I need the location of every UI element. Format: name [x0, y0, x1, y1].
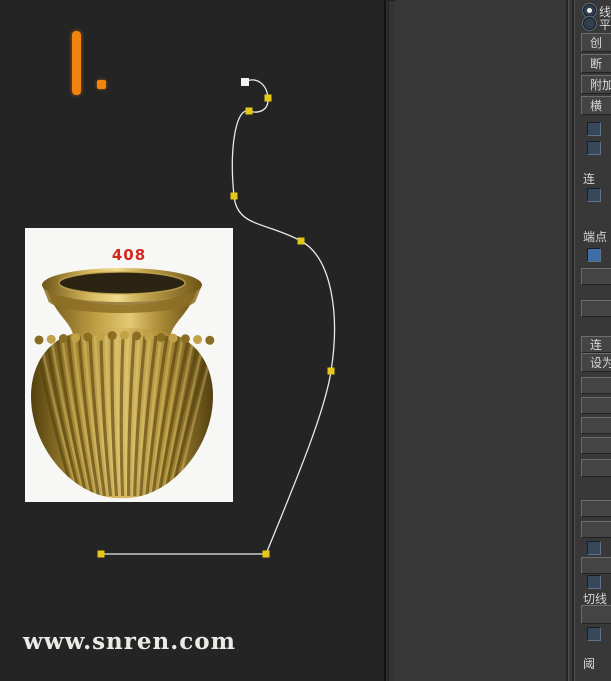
partial-button[interactable] — [581, 417, 611, 434]
spline-vertices — [97, 78, 335, 558]
spline-vertex[interactable] — [262, 550, 270, 558]
watermark-text: www.snren.com — [23, 628, 236, 655]
partial-button[interactable] — [581, 377, 611, 394]
partial-button[interactable]: 设为 — [581, 353, 611, 372]
partial-geometry-panel: 线平创断附加横连端点连设为 切线阈 — [577, 0, 611, 681]
partial-button[interactable] — [581, 437, 611, 454]
spline-vertex[interactable] — [297, 237, 305, 245]
partial-checkbox[interactable] — [587, 248, 601, 262]
partial-checkbox[interactable] — [587, 541, 601, 555]
partial-checkbox[interactable] — [587, 188, 601, 202]
partial-button[interactable] — [581, 500, 611, 517]
spline-vertex[interactable] — [97, 550, 105, 558]
partial-button[interactable]: 创 — [581, 33, 611, 52]
partial-checkbox[interactable] — [587, 575, 601, 589]
partial-label: 连 — [583, 172, 596, 186]
partial-button[interactable]: 附加 — [581, 75, 611, 94]
partial-button[interactable] — [581, 397, 611, 414]
partial-button[interactable] — [581, 557, 611, 574]
viewport[interactable]: 408 www.snren.com — [0, 0, 385, 681]
spline-vertex[interactable] — [230, 192, 238, 200]
command-panel: 修改器列表 + 车削 + Line — [395, 0, 565, 681]
partial-radio-label: 平 — [599, 18, 611, 32]
partial-button[interactable] — [581, 521, 611, 538]
partial-checkbox[interactable] — [587, 122, 601, 136]
partial-button[interactable]: 断 — [581, 54, 611, 73]
partial-button[interactable]: 连 — [581, 336, 611, 353]
partial-radio[interactable] — [583, 17, 596, 30]
spline-vertex[interactable] — [327, 367, 335, 375]
partial-label: 阈 — [583, 657, 596, 671]
partial-checkbox[interactable] — [587, 141, 601, 155]
partial-button[interactable] — [581, 605, 611, 624]
partial-button[interactable] — [581, 300, 611, 317]
partial-radio[interactable] — [583, 4, 596, 17]
partial-button[interactable]: 横 — [581, 96, 611, 115]
partial-label: 端点 — [583, 230, 608, 244]
spline-vertex[interactable] — [264, 94, 272, 102]
application-window: 408 www.snren.com 线 平 创 断 附加 横 连 端点 连 设为… — [0, 0, 611, 681]
spline-path — [101, 79, 336, 555]
panel-column-separator — [565, 0, 577, 681]
partial-checkbox[interactable] — [587, 627, 601, 641]
partial-button[interactable] — [581, 459, 611, 477]
spline-vertex[interactable] — [245, 107, 253, 115]
spline-overlay[interactable] — [0, 0, 384, 681]
partial-button[interactable] — [581, 268, 611, 285]
spline-first-vertex[interactable] — [241, 78, 249, 86]
